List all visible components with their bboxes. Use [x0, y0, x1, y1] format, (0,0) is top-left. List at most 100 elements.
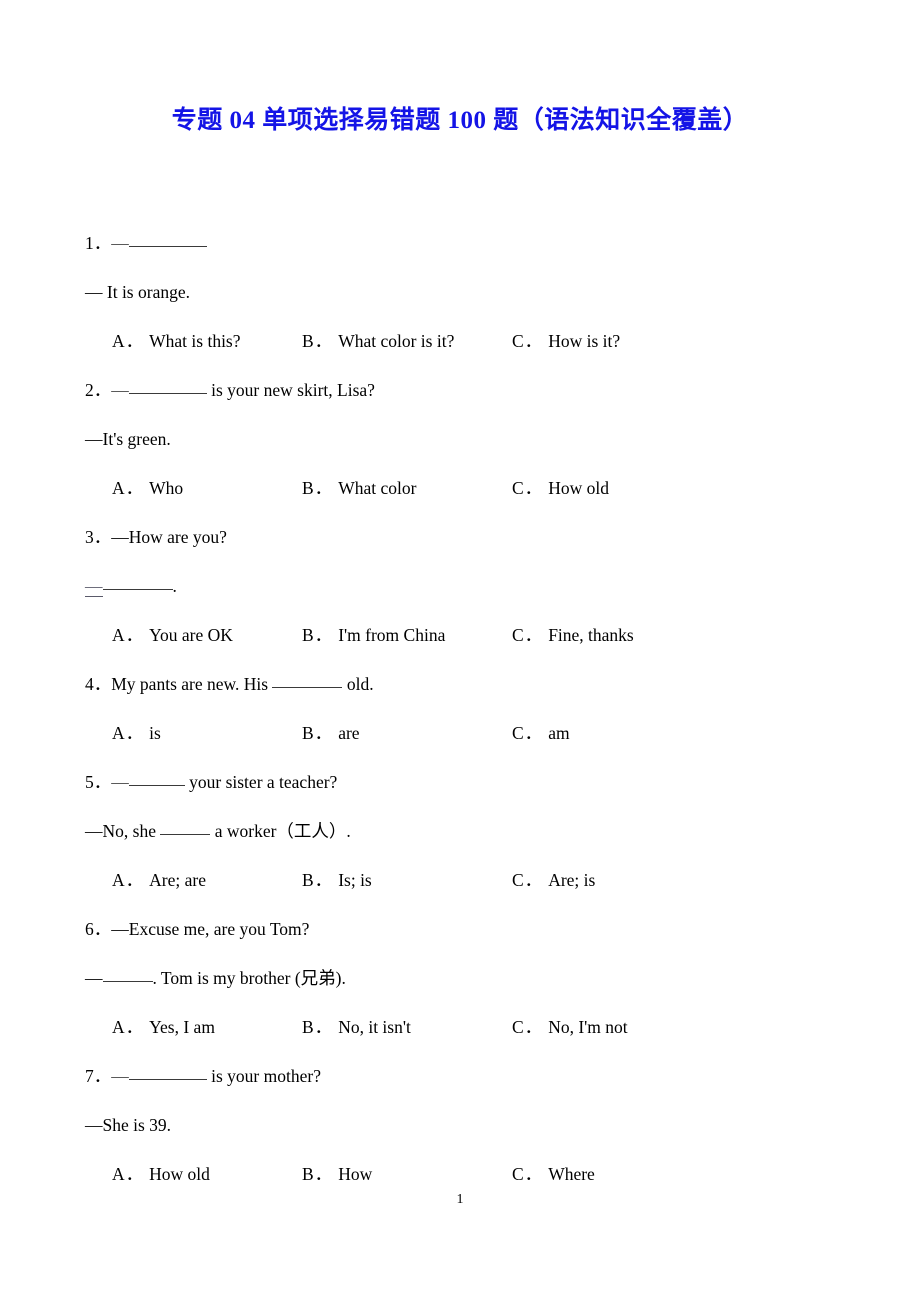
page-number: 1 — [456, 1192, 464, 1207]
option-text: What is this? — [149, 331, 241, 351]
option-key: A． — [112, 1164, 145, 1184]
question-3-answer-tail: . — [172, 576, 177, 596]
question-1-dash: — — [111, 233, 129, 253]
question-2-blank — [128, 393, 207, 394]
option-text: Are; are — [149, 870, 206, 890]
question-1-options: A． What is this? B． What color is it? C． Ho… — [85, 317, 845, 366]
option-text: What color is it? — [338, 331, 455, 351]
question-4: 4．My pants are new. His old. A． is B． are … — [85, 660, 845, 758]
question-3-number: 3． — [85, 527, 112, 547]
question-6-answer-tail: . Tom is my brother (兄弟). — [152, 968, 346, 988]
question-6-stem-text: —Excuse me, are you Tom? — [111, 919, 310, 939]
question-4-number: 4． — [85, 674, 112, 694]
question-5-dash: — — [111, 772, 129, 792]
question-4-option-b[interactable]: B． are — [302, 709, 360, 758]
option-key: B． — [302, 331, 334, 351]
option-key: B． — [302, 1017, 334, 1037]
question-4-option-c[interactable]: C． am — [512, 709, 570, 758]
question-1-option-c[interactable]: C． How is it? — [512, 317, 620, 366]
question-7-stem: 7．— is your mother? — [85, 1052, 845, 1101]
option-text: You are OK — [149, 625, 233, 645]
option-key: C． — [512, 1017, 544, 1037]
option-key: C． — [512, 1164, 544, 1184]
option-key: A． — [112, 1017, 145, 1037]
question-7-number: 7． — [85, 1066, 112, 1086]
question-1-stem: 1．— — [85, 219, 845, 268]
option-text: are — [338, 723, 360, 743]
option-key: A． — [112, 870, 145, 890]
question-4-stem: 4．My pants are new. His old. — [85, 660, 845, 709]
question-5-answer: —No, she a worker（工人）. — [85, 807, 845, 856]
question-6-option-a[interactable]: A． Yes, I am — [112, 1003, 215, 1052]
question-7-answer: —She is 39. — [85, 1115, 172, 1135]
option-key: B． — [302, 723, 334, 743]
question-2-stem: 2．— is your new skirt, Lisa? — [85, 366, 845, 415]
question-5-stem-text: your sister a teacher? — [184, 772, 338, 792]
option-text: Where — [548, 1164, 595, 1184]
question-3-answer: —. — [85, 562, 845, 611]
question-3-options: A． You are OK B． I'm from China C． Fine, th… — [85, 611, 845, 660]
question-3-dash: — — [85, 576, 103, 597]
question-3: 3．—How are you? —. A． You are OK B． I'm fr… — [85, 513, 845, 660]
option-key: B． — [302, 625, 334, 645]
question-2-option-b[interactable]: B． What color — [302, 464, 416, 513]
option-key: A． — [112, 478, 145, 498]
question-6-option-c[interactable]: C． No, I'm not — [512, 1003, 628, 1052]
question-3-stem-text: —How are you? — [111, 527, 227, 547]
question-5-option-b[interactable]: B． Is; is — [302, 856, 372, 905]
option-key: C． — [512, 625, 544, 645]
question-7-dash: — — [111, 1066, 129, 1086]
question-3-option-c[interactable]: C． Fine, thanks — [512, 611, 634, 660]
question-1: 1．— — It is orange. A． What is this? B． Wh… — [85, 219, 845, 366]
question-4-option-a[interactable]: A． is — [112, 709, 161, 758]
option-text: Who — [149, 478, 184, 498]
question-list: 1．— — It is orange. A． What is this? B． Wh… — [85, 219, 845, 1199]
question-7: 7．— is your mother? —She is 39. A． How ol… — [85, 1052, 845, 1199]
question-6-dash: — — [85, 968, 103, 988]
question-4-options: A． is B． are C． am — [85, 709, 845, 758]
question-5-options: A． Are; are B． Is; is C． Are; is — [85, 856, 845, 905]
question-5-option-c[interactable]: C． Are; is — [512, 856, 595, 905]
question-3-stem: 3．—How are you? — [85, 513, 845, 562]
question-2-option-a[interactable]: A． Who — [112, 464, 183, 513]
question-6-stem: 6．—Excuse me, are you Tom? — [85, 905, 845, 954]
question-1-answer: — It is orange. — [85, 282, 190, 302]
page-title: 专题 04 单项选择易错题 100 题（语法知识全覆盖） — [171, 107, 749, 134]
question-3-option-a[interactable]: A． You are OK — [112, 611, 233, 660]
question-6-answer-blank — [102, 981, 153, 982]
option-text: How old — [149, 1164, 210, 1184]
question-1-option-a[interactable]: A． What is this? — [112, 317, 241, 366]
option-key: C． — [512, 723, 544, 743]
option-key: A． — [112, 331, 145, 351]
option-text: Yes, I am — [149, 1017, 215, 1037]
option-text: am — [548, 723, 570, 743]
question-6-answer: — . Tom is my brother (兄弟). — [85, 954, 845, 1003]
question-1-number: 1． — [85, 233, 112, 253]
option-key: B． — [302, 1164, 334, 1184]
option-text: I'm from China — [338, 625, 446, 645]
question-5-answer-blank — [160, 834, 211, 835]
question-2-option-c[interactable]: C． How old — [512, 464, 609, 513]
question-3-blank — [102, 589, 173, 590]
question-4-blank — [272, 687, 343, 688]
question-6: 6．—Excuse me, are you Tom? — . Tom is my … — [85, 905, 845, 1052]
question-5-stem: 5．— your sister a teacher? — [85, 758, 845, 807]
option-text: No, it isn't — [338, 1017, 411, 1037]
option-text: What color — [338, 478, 417, 498]
option-text: How — [338, 1164, 373, 1184]
question-5-blank — [128, 785, 185, 786]
question-6-option-b[interactable]: B． No, it isn't — [302, 1003, 411, 1052]
question-2-dash: — — [111, 380, 129, 400]
question-5-number: 5． — [85, 772, 112, 792]
option-key: A． — [112, 625, 145, 645]
option-text: How old — [548, 478, 609, 498]
question-3-option-b[interactable]: B． I'm from China — [302, 611, 445, 660]
option-text: Is; is — [338, 870, 372, 890]
question-4-stem-lead: My pants are new. His — [111, 674, 273, 694]
question-2: 2．— is your new skirt, Lisa? —It's green… — [85, 366, 845, 513]
option-key: A． — [112, 723, 145, 743]
question-7-blank — [128, 1079, 207, 1080]
option-text: is — [149, 723, 161, 743]
question-5-option-a[interactable]: A． Are; are — [112, 856, 206, 905]
question-1-option-b[interactable]: B． What color is it? — [302, 317, 454, 366]
